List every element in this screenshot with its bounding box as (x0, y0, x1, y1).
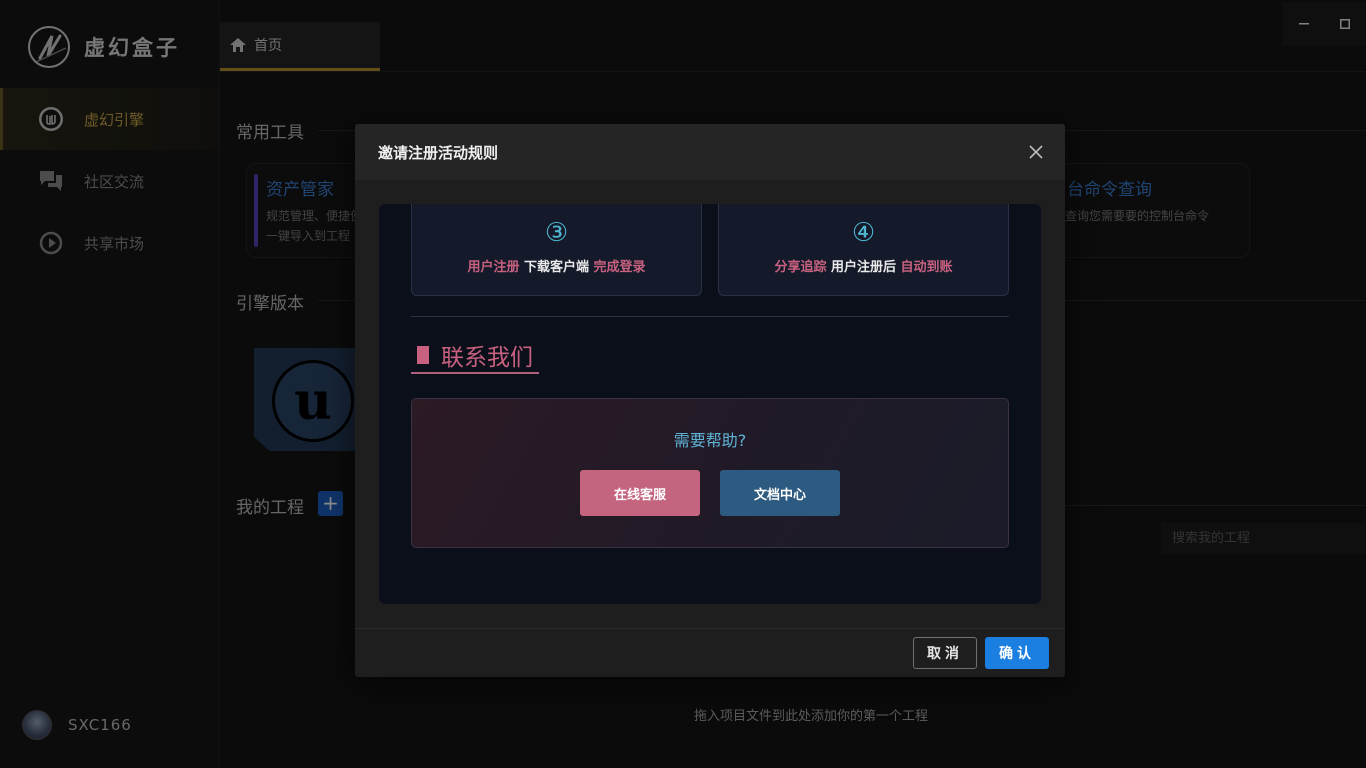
footer-divider (355, 628, 1065, 629)
step-card: ④ 分享追踪 用户注册后 自动到账 (718, 204, 1009, 296)
dialog-header: 邀请注册活动规则 (355, 124, 1065, 180)
step-highlight: 分享追踪 (774, 260, 827, 275)
step-highlight: 用户注册 (467, 260, 520, 275)
step-highlight: 完成登录 (593, 260, 646, 275)
docs-center-button[interactable]: 文档中心 (720, 470, 840, 516)
section-divider (411, 316, 1009, 317)
dialog-body[interactable]: ③ 用户注册 下载客户端 完成登录 ④ 分享追踪 用户注册后 自动到账 联系我们… (379, 204, 1041, 604)
dialog-title: 邀请注册活动规则 (378, 144, 499, 162)
step-plain: 用户注册后 (830, 260, 896, 275)
help-panel: 需要帮助? 在线客服 文档中心 (411, 398, 1009, 548)
step-plain: 下载客户端 (523, 260, 589, 275)
help-title: 需要帮助? (673, 431, 747, 450)
cancel-button[interactable]: 取消 (913, 637, 977, 669)
contact-heading: 联系我们 (411, 338, 539, 374)
close-button[interactable] (1025, 141, 1047, 163)
step-text: 分享追踪 用户注册后 自动到账 (719, 256, 1008, 275)
step-text: 用户注册 下载客户端 完成登录 (412, 256, 701, 275)
heading-bar-icon (417, 346, 429, 364)
confirm-button[interactable]: 确认 (985, 637, 1049, 669)
invite-rules-dialog: 邀请注册活动规则 ③ 用户注册 下载客户端 完成登录 ④ 分享追踪 用户注册后 … (355, 124, 1065, 677)
close-icon (1029, 145, 1043, 159)
step-number: ③ (544, 218, 569, 248)
step-highlight: 自动到账 (900, 260, 953, 275)
online-service-button[interactable]: 在线客服 (580, 470, 700, 516)
step-card: ③ 用户注册 下载客户端 完成登录 (411, 204, 702, 296)
step-number: ④ (851, 218, 876, 248)
contact-title: 联系我们 (441, 345, 533, 371)
